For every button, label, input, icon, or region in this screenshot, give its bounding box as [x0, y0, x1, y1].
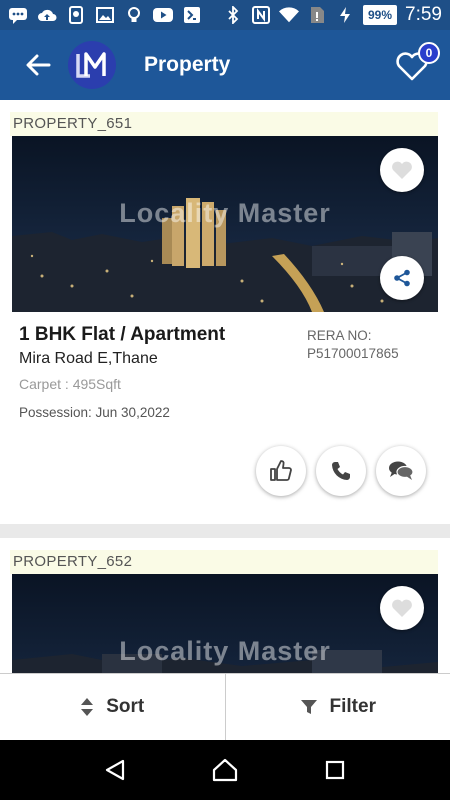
rera-number: P51700017865 — [307, 346, 399, 361]
clock: 7:59 — [405, 4, 442, 25]
battery-level: 99% — [362, 5, 398, 25]
app-bar: Property 0 — [0, 30, 450, 100]
bulb-icon — [124, 6, 144, 24]
property-id: PROPERTY_652 — [10, 550, 438, 574]
sort-icon — [81, 698, 94, 716]
property-possession: Possession: Jun 30,2022 — [19, 405, 170, 420]
heart-icon — [392, 599, 412, 617]
youtube-icon — [153, 6, 173, 24]
home-icon — [212, 758, 238, 782]
back-triangle-icon — [105, 759, 125, 781]
system-nav-bar — [0, 740, 450, 800]
app-logo — [68, 41, 116, 89]
share-icon — [394, 269, 410, 287]
charging-icon — [335, 6, 355, 24]
call-button[interactable] — [316, 446, 366, 496]
sort-label: Sort — [106, 696, 145, 717]
filter-icon — [300, 700, 317, 714]
cloud-upload-icon — [37, 6, 57, 24]
chat-bubbles-icon — [389, 461, 414, 480]
nav-back-button[interactable] — [95, 750, 135, 790]
wifi-icon — [278, 6, 299, 24]
image-icon — [95, 6, 115, 24]
sort-filter-bar: Sort Filter — [0, 673, 450, 740]
property-image[interactable]: Locality Master — [12, 136, 438, 312]
rera-label: RERA NO: — [307, 328, 372, 343]
nfc-icon — [251, 6, 271, 24]
heart-icon — [392, 161, 412, 179]
property-location: Mira Road E,Thane — [19, 350, 158, 367]
nav-recents-button[interactable] — [315, 750, 355, 790]
favorites-button[interactable]: 0 — [390, 42, 440, 88]
page-title: Property — [144, 53, 231, 76]
like-button[interactable] — [256, 446, 306, 496]
sim-icon — [307, 6, 327, 24]
back-button[interactable] — [12, 37, 64, 93]
property-title: 1 BHK Flat / Apartment — [19, 324, 226, 345]
image-watermark: Locality Master — [119, 198, 331, 228]
image-watermark: Locality Master — [119, 636, 331, 666]
favorite-toggle-button[interactable] — [380, 586, 424, 630]
property-card[interactable]: PROPERTY_652 Locality Master — [0, 538, 450, 673]
property-id: PROPERTY_651 — [10, 112, 438, 136]
nav-home-button[interactable] — [205, 750, 245, 790]
app-notification-icon — [182, 6, 202, 24]
thumbs-up-icon — [270, 460, 292, 481]
device-icon — [66, 6, 86, 24]
property-list[interactable]: PROPERTY_651 Locality Master 1 BHK Flat … — [0, 100, 450, 673]
phone-icon — [332, 462, 350, 480]
arrow-back-icon — [26, 54, 51, 76]
share-button[interactable] — [380, 256, 424, 300]
status-bar: 99% 7:59 — [0, 0, 450, 30]
filter-button[interactable]: Filter — [224, 674, 450, 740]
rera-info: RERA NO: P51700017865 — [307, 327, 399, 363]
sort-button[interactable]: Sort — [0, 674, 225, 740]
chat-notification-icon — [8, 6, 28, 24]
favorite-toggle-button[interactable] — [380, 148, 424, 192]
filter-label: Filter — [329, 696, 376, 717]
bluetooth-icon — [223, 6, 243, 24]
favorites-count-badge: 0 — [418, 42, 440, 64]
property-carpet-area: Carpet : 495Sqft — [19, 376, 121, 392]
recents-square-icon — [325, 760, 345, 780]
property-card[interactable]: PROPERTY_651 Locality Master 1 BHK Flat … — [0, 100, 450, 524]
property-image[interactable]: Locality Master — [12, 574, 438, 673]
chat-button[interactable] — [376, 446, 426, 496]
